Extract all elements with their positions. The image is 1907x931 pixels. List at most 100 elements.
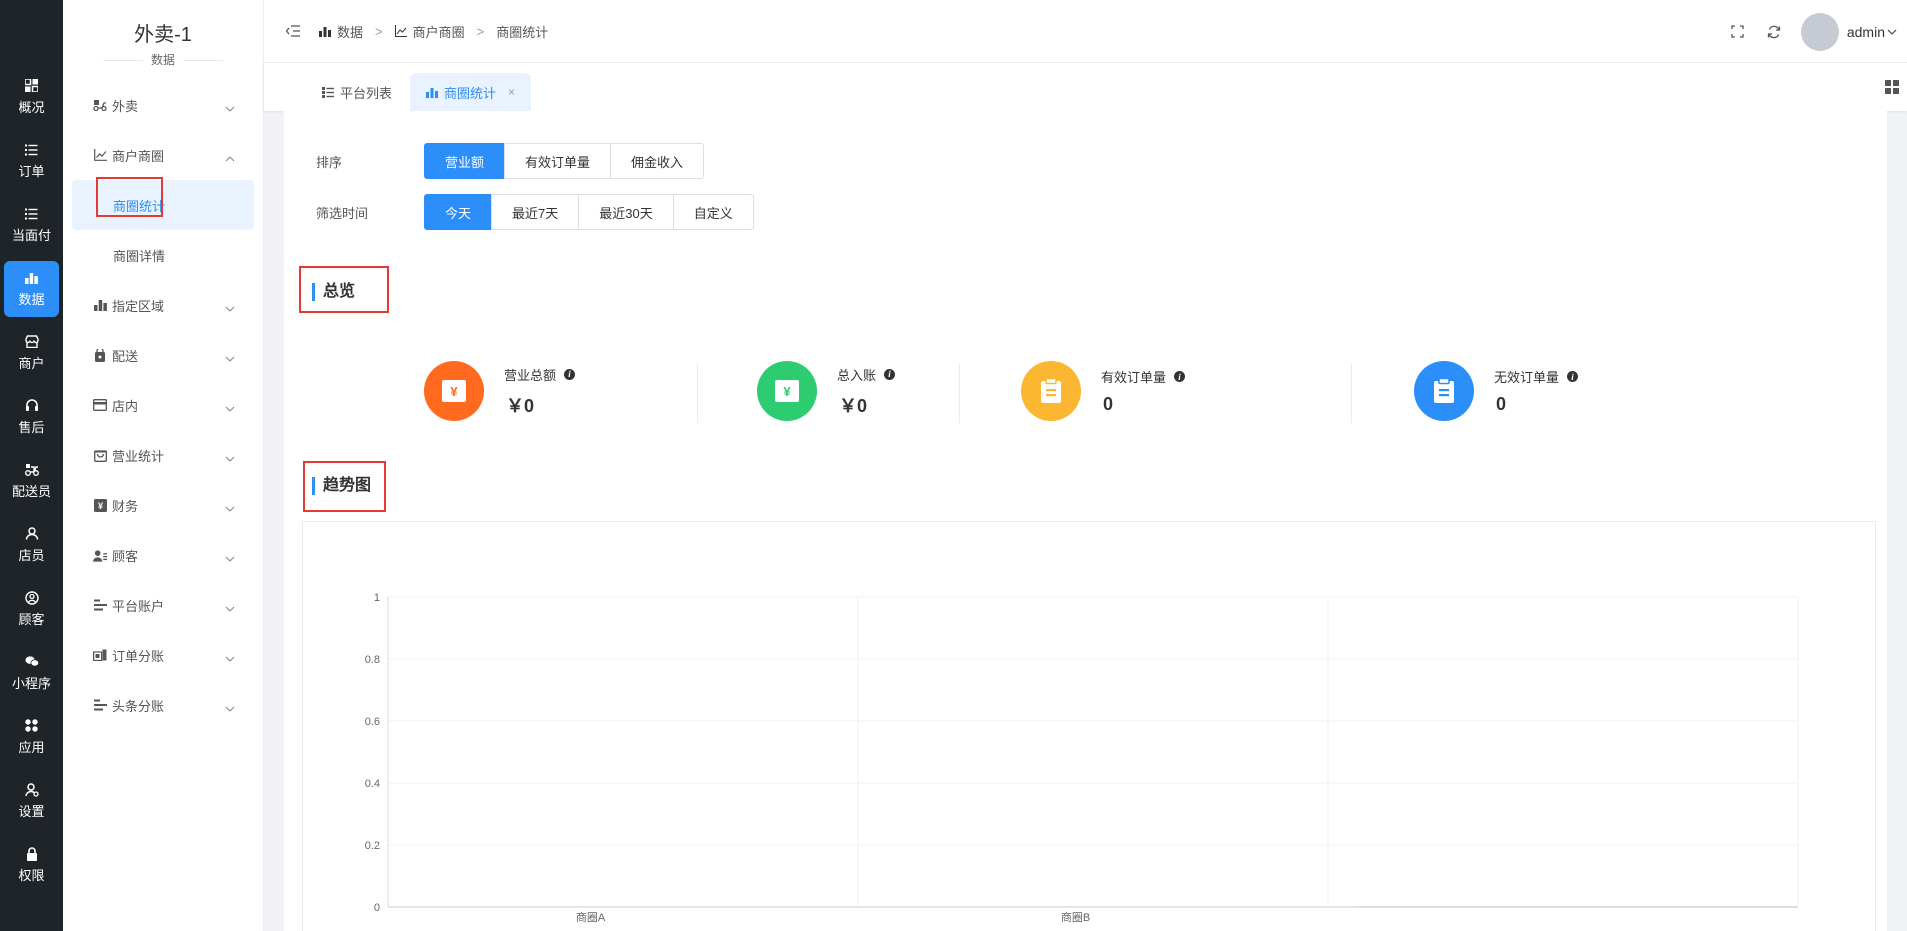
list-icon [322, 86, 335, 99]
breadcrumb: 数据 > 商户商圈 > 商圈统计 [319, 22, 548, 41]
sidebar-group-label: 外卖 [112, 98, 139, 114]
rail-item-label: 小程序 [11, 675, 51, 691]
rail-item[interactable]: 应用 [0, 705, 63, 769]
trend-chart: 0 0.2 0.4 0.6 0.8 1 商圈A 商圈B [302, 521, 1876, 931]
breadcrumb-item[interactable]: 商户商圈 [413, 22, 465, 41]
rail-item[interactable]: 数据 [4, 261, 59, 317]
sidebar-group-label: 营业统计 [112, 448, 165, 464]
fullscreen-icon[interactable] [1729, 23, 1747, 41]
breadcrumb-separator: > [375, 23, 383, 39]
sidebar-group[interactable]: 订单分账 [63, 630, 263, 680]
shop-bag-icon [93, 448, 107, 462]
secondary-sidebar: 外卖-1 数据 外卖 商户商圈 商圈统计 商圈详情 指定区域 配送 店内 营业统计… [63, 0, 264, 931]
time-option-button[interactable]: 最近7天 [491, 194, 580, 230]
sidebar-group[interactable]: 顾客 [63, 530, 263, 580]
sidebar-group-label: 平台账户 [112, 598, 165, 614]
y-tick-label: 0.2 [365, 840, 380, 852]
sidebar-group[interactable]: 指定区域 [63, 280, 263, 330]
stat-value: 0 [1103, 394, 1114, 414]
sidebar-group[interactable]: 店内 [63, 380, 263, 430]
info-icon[interactable]: i [884, 368, 896, 380]
yen-icon: ¥ [424, 361, 484, 421]
bar-chart-icon [319, 24, 333, 38]
y-tick-label: 0.6 [365, 716, 380, 728]
rail-item-label: 权限 [18, 867, 45, 883]
rail-item[interactable]: 当面付 [0, 193, 63, 257]
primary-nav-rail: 概况订单当面付 数据 商户 售后 配送员 店员 顾客小程序应用 设置权限 [0, 0, 63, 931]
sort-option-button[interactable]: 有效订单量 [504, 143, 612, 179]
divider [1351, 363, 1352, 423]
sidebar-group-label: 订单分账 [112, 648, 165, 664]
sort-option-button[interactable]: 营业额 [424, 143, 506, 179]
tab-label: 商圈统计 [444, 85, 497, 101]
sidebar-item-district-detail[interactable]: 商圈详情 [63, 230, 263, 280]
grid-menu-icon[interactable] [1885, 80, 1901, 96]
trend-chart-svg: 0 0.2 0.4 0.6 0.8 1 商圈A 商圈B [365, 592, 1799, 924]
info-icon[interactable]: i [1567, 371, 1579, 382]
sidebar-group-label: 指定区域 [112, 298, 165, 314]
rail-item[interactable]: 售后 [0, 385, 63, 449]
breadcrumb-item[interactable]: 数据 [337, 22, 363, 41]
rail-item[interactable]: 概况 [0, 65, 63, 129]
rail-item[interactable]: 设置 [0, 769, 63, 833]
time-option-button[interactable]: 最近30天 [578, 194, 674, 230]
time-button-group: 今天 最近7天 最近30天 自定义 [424, 194, 754, 230]
sidebar-item-district-stats[interactable]: 商圈统计 [72, 177, 254, 230]
svg-text:¥: ¥ [450, 384, 458, 399]
y-tick-label: 0.4 [365, 778, 380, 790]
finance-icon: ¥ [93, 498, 107, 512]
sort-label: 排序 [316, 154, 343, 170]
sidebar-group[interactable]: 头条分账 [63, 680, 263, 730]
collapse-menu-icon[interactable] [285, 23, 301, 39]
x-tick-label: 商圈B [1061, 910, 1090, 924]
info-icon[interactable]: i [564, 368, 576, 380]
stat-value: ￥0 [839, 395, 868, 416]
sidebar-group[interactable]: 外卖 [63, 80, 263, 130]
sidebar-group[interactable]: 平台账户 [63, 580, 263, 630]
username[interactable]: admin [1847, 24, 1885, 40]
chevron-down-icon [225, 100, 235, 112]
line-chart-icon [394, 24, 409, 38]
wechat-icon [24, 655, 39, 669]
rail-item[interactable]: 配送员 [0, 449, 63, 513]
rail-item[interactable]: 商户 [0, 321, 63, 385]
rail-item-label: 订单 [18, 163, 45, 179]
y-tick-label: 0.8 [365, 654, 380, 666]
time-option-button[interactable]: 自定义 [672, 194, 754, 230]
breadcrumb-separator: > [476, 23, 485, 39]
refresh-icon[interactable] [1765, 23, 1783, 41]
sidebar-group[interactable]: ¥ 财务 [63, 480, 263, 530]
lock-icon [25, 846, 39, 861]
sidebar-group[interactable]: 配送 [63, 330, 263, 380]
time-filter-row: 筛选时间 今天 最近7天 最近30天 自定义 [316, 194, 754, 230]
avatar[interactable] [1800, 12, 1839, 51]
chevron-down-icon[interactable] [1887, 29, 1901, 35]
chevron-down-icon [225, 500, 235, 512]
tab-district-stats[interactable]: 商圈统计 × [410, 73, 532, 111]
tab-platform-list[interactable]: 平台列表 [306, 73, 408, 111]
rail-item[interactable]: 小程序 [0, 641, 63, 705]
rail-item[interactable]: 店员 [0, 513, 63, 577]
chevron-down-icon [225, 550, 235, 562]
bar-chart-icon [25, 271, 39, 285]
chevron-down-icon [225, 650, 235, 662]
sort-option-button[interactable]: 佣金收入 [610, 143, 705, 179]
headset-icon [25, 399, 39, 413]
account-list-icon [93, 698, 107, 712]
x-tick-label: 商圈A [576, 910, 606, 924]
close-icon[interactable]: × [508, 85, 515, 99]
chevron-down-icon [225, 350, 235, 362]
info-icon[interactable]: i [1174, 371, 1186, 382]
time-option-button[interactable]: 今天 [424, 194, 493, 230]
rail-item[interactable]: 订单 [0, 129, 63, 193]
svg-text:¥: ¥ [783, 384, 791, 399]
rail-item[interactable]: 顾客 [0, 577, 63, 641]
sidebar-group[interactable]: 商户商圈 [63, 130, 263, 180]
breadcrumb-item-current: 商圈统计 [496, 24, 549, 40]
sort-button-group: 营业额 有效订单量 佣金收入 [424, 143, 705, 179]
y-tick-label: 0 [374, 902, 380, 914]
time-filter-label: 筛选时间 [316, 205, 369, 221]
sidebar-group[interactable]: 营业统计 [63, 430, 263, 480]
rail-item[interactable]: 权限 [0, 833, 63, 897]
sidebar-item-label: 商圈详情 [113, 248, 166, 264]
